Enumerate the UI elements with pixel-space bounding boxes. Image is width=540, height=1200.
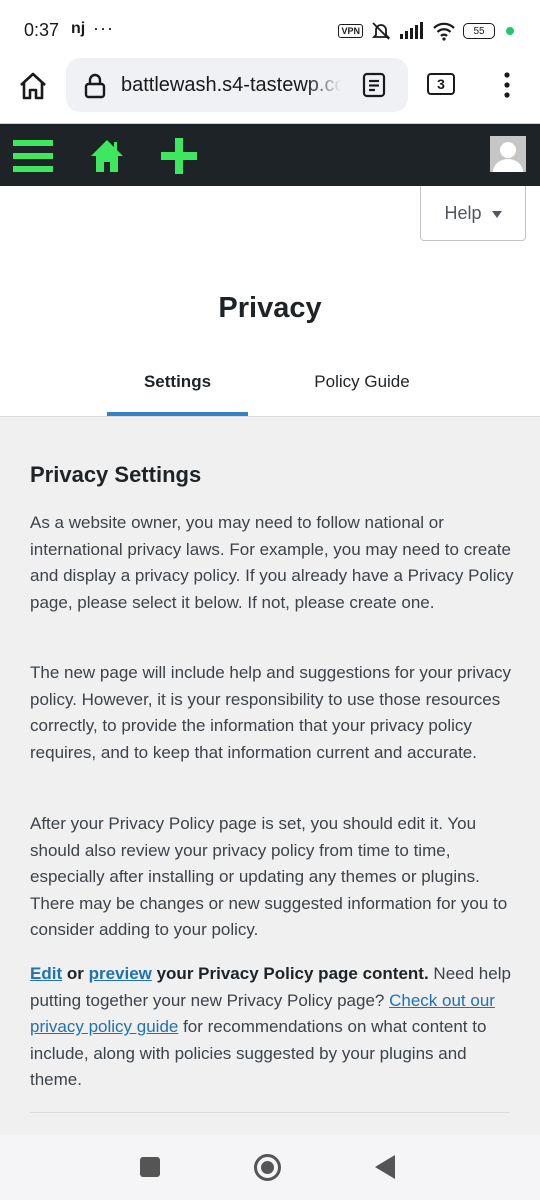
tab-settings[interactable]: Settings bbox=[107, 372, 248, 392]
reader-mode-icon[interactable] bbox=[362, 72, 386, 98]
signal-icon bbox=[400, 22, 423, 39]
url-text[interactable]: battlewash.s4-tastewp.com bbox=[121, 74, 341, 97]
help-label: Help bbox=[444, 202, 482, 223]
user-icon bbox=[493, 142, 523, 172]
lock-icon bbox=[84, 73, 106, 99]
responsibility-paragraph: The new page will include help and sugge… bbox=[30, 663, 511, 762]
hamburger-icon[interactable] bbox=[13, 138, 53, 174]
privacy-settings-content: Privacy Settings As a website owner, you… bbox=[0, 417, 540, 1135]
tab-switcher-button[interactable]: 3 bbox=[427, 73, 455, 95]
page-content-text: your Privacy Policy page content. bbox=[151, 964, 429, 983]
wp-admin-bar bbox=[0, 123, 540, 186]
status-icons: VPN 55 bbox=[338, 18, 514, 44]
browser-home-icon[interactable] bbox=[17, 70, 49, 102]
tab-policy-guide[interactable]: Policy Guide bbox=[292, 372, 432, 392]
vpn-icon: VPN bbox=[338, 24, 363, 38]
privacy-indicator-dot bbox=[506, 27, 514, 35]
or-text: or bbox=[62, 964, 89, 983]
review-paragraph: After your Privacy Policy page is set, y… bbox=[30, 814, 508, 940]
edit-paragraph: Edit or preview your Privacy Policy page… bbox=[30, 961, 515, 1094]
system-nav-bar bbox=[0, 1135, 540, 1200]
recent-apps-icon[interactable] bbox=[140, 1157, 160, 1177]
help-button[interactable]: Help bbox=[420, 186, 526, 241]
page-title: Privacy bbox=[218, 292, 322, 324]
status-time: 0:37 bbox=[24, 20, 60, 40]
home-icon[interactable] bbox=[89, 138, 125, 174]
page-header: Help Privacy Settings Policy Guide bbox=[0, 186, 540, 417]
battery-icon: 55 bbox=[463, 23, 495, 39]
url-field[interactable]: battlewash.s4-tastewp.com bbox=[66, 58, 408, 112]
more-notifications-icon: ··· bbox=[93, 18, 114, 38]
home-nav-icon[interactable] bbox=[254, 1154, 281, 1181]
content-divider bbox=[30, 1112, 510, 1113]
preview-link[interactable]: preview bbox=[89, 964, 152, 983]
browser-toolbar: battlewash.s4-tastewp.com 3 bbox=[0, 58, 540, 123]
caret-down-icon bbox=[491, 210, 502, 218]
status-bar: 0:37 nj ··· VPN 55 bbox=[0, 0, 540, 58]
mute-icon bbox=[371, 22, 391, 40]
section-heading: Privacy Settings bbox=[30, 462, 202, 487]
edit-link[interactable]: Edit bbox=[30, 964, 62, 983]
plus-icon[interactable] bbox=[160, 138, 198, 174]
browser-menu-icon[interactable] bbox=[495, 70, 519, 100]
back-icon[interactable] bbox=[375, 1155, 395, 1179]
intro-paragraph: As a website owner, you may need to foll… bbox=[30, 513, 514, 612]
avatar[interactable] bbox=[490, 136, 526, 172]
wifi-icon bbox=[433, 22, 455, 41]
notification-icon: nj bbox=[71, 20, 86, 37]
